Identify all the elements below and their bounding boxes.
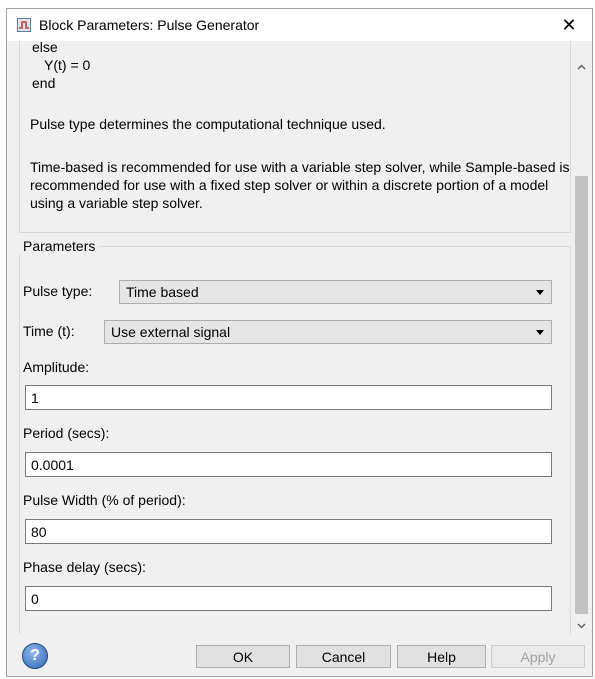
vertical-scrollbar[interactable] bbox=[573, 41, 590, 634]
pulse-type-value: Time based bbox=[126, 284, 199, 300]
scroll-thumb[interactable] bbox=[575, 176, 588, 614]
chevron-down-icon bbox=[577, 622, 586, 629]
time-select[interactable]: Use external signal bbox=[104, 320, 552, 344]
time-label: Time (t): bbox=[23, 323, 75, 339]
close-button[interactable]: ✕ bbox=[546, 9, 592, 41]
pulse-type-select[interactable]: Time based bbox=[119, 280, 552, 304]
close-icon[interactable]: ✕ bbox=[561, 15, 576, 36]
description-text-2: Time-based is recommended for use with a… bbox=[30, 159, 570, 211]
apply-button[interactable]: Apply bbox=[491, 645, 585, 668]
amplitude-input[interactable] bbox=[25, 385, 552, 410]
help-icon[interactable]: ? bbox=[22, 643, 48, 669]
pulse-type-label: Pulse type: bbox=[23, 283, 93, 299]
code-line-else: else bbox=[32, 41, 58, 55]
help-button[interactable]: Help bbox=[397, 645, 486, 668]
phase-delay-label: Phase delay (secs): bbox=[23, 559, 146, 575]
description-panel: else Y(t) = 0 end Pulse type determines … bbox=[19, 41, 571, 233]
title-bar: Block Parameters: Pulse Generator ✕ bbox=[7, 9, 592, 41]
dialog-window: Block Parameters: Pulse Generator ✕ else… bbox=[6, 8, 593, 677]
cancel-button[interactable]: Cancel bbox=[296, 645, 391, 668]
button-bar: ? OK Cancel Help Apply bbox=[7, 634, 592, 676]
ok-button[interactable]: OK bbox=[196, 645, 290, 668]
chevron-up-icon bbox=[577, 63, 586, 70]
simulink-block-icon bbox=[17, 18, 31, 32]
dialog-content: else Y(t) = 0 end Pulse type determines … bbox=[7, 41, 573, 634]
pulse-width-label: Pulse Width (% of period): bbox=[23, 492, 186, 508]
scroll-up-button[interactable] bbox=[573, 58, 590, 75]
time-value: Use external signal bbox=[111, 324, 231, 340]
code-line-end: end bbox=[32, 75, 56, 91]
chevron-down-icon bbox=[536, 290, 544, 295]
phase-delay-input[interactable] bbox=[25, 586, 552, 611]
chevron-down-icon bbox=[536, 330, 544, 335]
scroll-down-button[interactable] bbox=[573, 617, 590, 634]
period-input[interactable] bbox=[25, 452, 552, 477]
window-title: Block Parameters: Pulse Generator bbox=[39, 17, 260, 33]
period-label: Period (secs): bbox=[23, 425, 110, 441]
amplitude-label: Amplitude: bbox=[23, 359, 90, 375]
description-text-1: Pulse type determines the computational … bbox=[30, 116, 386, 132]
code-line-assign: Y(t) = 0 bbox=[44, 57, 91, 73]
parameters-group-label: Parameters bbox=[19, 238, 100, 254]
pulse-width-input[interactable] bbox=[25, 519, 552, 544]
